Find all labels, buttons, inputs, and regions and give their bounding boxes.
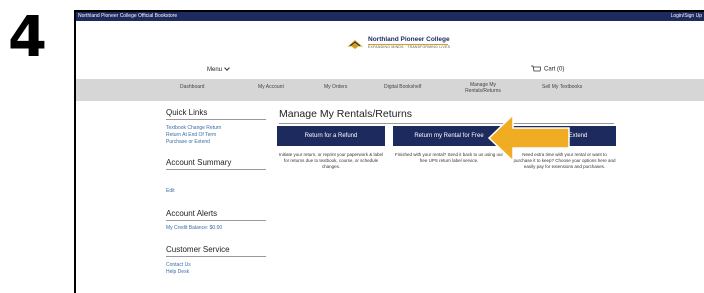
nav-my-account[interactable]: My Account	[258, 84, 284, 90]
nav-my-orders[interactable]: My Orders	[324, 84, 347, 90]
cart-link[interactable]: Cart (0)	[531, 65, 564, 73]
sidebar: Quick Links Textbook Change Return Retur…	[166, 108, 266, 276]
cart-icon	[531, 65, 542, 72]
menu-label: Menu	[207, 67, 223, 73]
quick-link-textbook-change[interactable]: Textbook Change Return	[166, 125, 266, 132]
divider	[166, 256, 266, 257]
college-logo[interactable]: Northland Pioneer College EXPANDING MIND…	[346, 34, 496, 60]
step-number: 4	[8, 5, 47, 70]
account-summary-heading: Account Summary	[166, 158, 232, 167]
menu-toggle[interactable]: Menu	[207, 65, 230, 73]
return-for-refund-button[interactable]: Return for a Refund	[277, 126, 385, 146]
logo-mark-icon	[347, 40, 363, 49]
logo-name: Northland Pioneer College	[368, 36, 450, 43]
cart-label: Cart (0)	[544, 66, 565, 73]
top-bar: Northland Pioneer College Official Books…	[76, 12, 704, 21]
account-alerts-heading: Account Alerts	[166, 209, 218, 218]
login-link[interactable]: Login/Sign Up	[671, 12, 702, 21]
quick-link-end-of-term[interactable]: Return At End Of Term	[166, 132, 266, 139]
store-label: Northland Pioneer College Official Books…	[78, 13, 178, 19]
nav-manage-rentals[interactable]: Manage My Rentals/Returns	[461, 82, 505, 94]
nav-dashboard[interactable]: Dashboard	[180, 84, 204, 90]
pointer-arrow-icon	[487, 113, 570, 163]
nav-digital-bookshelf[interactable]: Digital Bookshelf	[384, 84, 421, 90]
logo-tagline: EXPANDING MINDS · TRANSFORMING LIVES	[368, 45, 451, 49]
page-title: Manage My Rentals/Returns	[279, 108, 413, 120]
nav-sell-textbooks[interactable]: Sell My Textbooks	[542, 84, 582, 90]
divider	[166, 220, 266, 221]
quick-link-purchase-extend[interactable]: Purchase or Extend	[166, 139, 266, 146]
quick-links-heading: Quick Links	[166, 108, 208, 117]
contact-link[interactable]: Contact Us	[166, 262, 266, 269]
browser-screenshot: Northland Pioneer College Official Books…	[74, 10, 704, 293]
edit-link[interactable]: Edit	[166, 188, 266, 195]
main-nav: Dashboard My Account My Orders Digital B…	[76, 79, 704, 101]
customer-service-heading: Customer Service	[166, 245, 230, 254]
divider	[166, 119, 266, 120]
credit-balance[interactable]: My Credit Balance: $0.00	[166, 225, 266, 232]
help-desk-link[interactable]: Help Desk	[166, 269, 266, 276]
divider	[166, 169, 266, 170]
chevron-down-icon	[224, 65, 230, 71]
refund-description: Initiate your return, or reprint your pa…	[278, 152, 384, 169]
